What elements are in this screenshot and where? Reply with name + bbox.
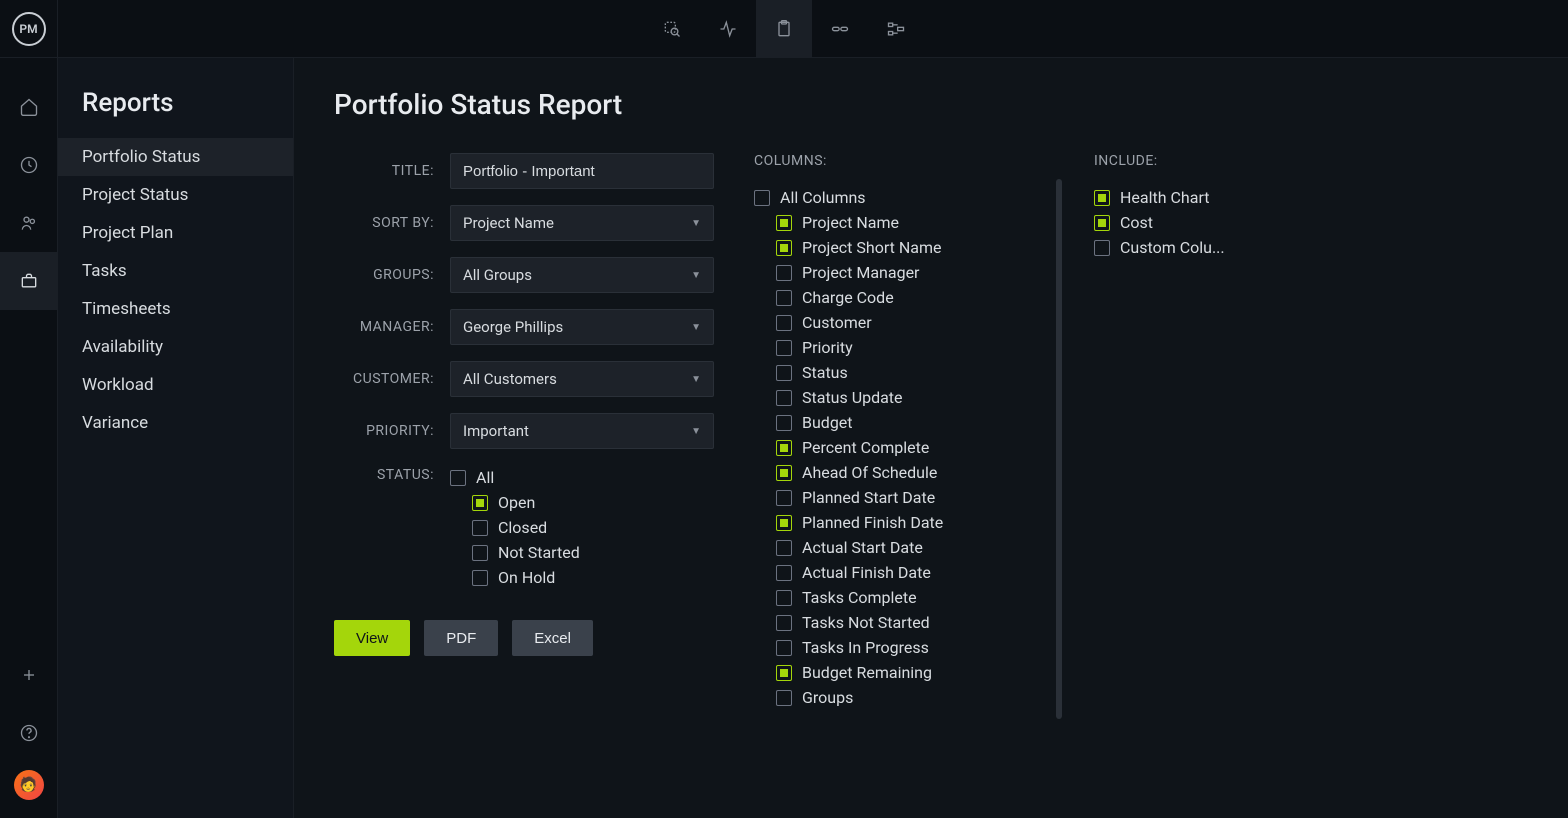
chevron-down-icon: ▼ <box>691 322 701 333</box>
title-label: TITLE: <box>334 163 450 179</box>
column-status-checkbox[interactable]: Status <box>776 360 1054 385</box>
home-icon[interactable] <box>0 78 58 136</box>
chevron-down-icon: ▼ <box>691 270 701 281</box>
manager-label: MANAGER: <box>334 319 450 335</box>
column-actual-finish-date-checkbox[interactable]: Actual Finish Date <box>776 560 1054 585</box>
column-percent-complete-checkbox[interactable]: Percent Complete <box>776 435 1054 460</box>
column-priority-checkbox[interactable]: Priority <box>776 335 1054 360</box>
columns-section: COLUMNS: All Columns Project NameProject… <box>754 153 1054 710</box>
clock-icon[interactable] <box>0 136 58 194</box>
workflow-icon[interactable] <box>868 0 924 58</box>
sort-select[interactable]: Project Name▼ <box>450 205 714 241</box>
user-avatar[interactable]: 🧑 <box>14 770 44 800</box>
column-project-short-name-checkbox[interactable]: Project Short Name <box>776 235 1054 260</box>
topbar: PM <box>0 0 1568 58</box>
include-custom-colu--checkbox[interactable]: Custom Colu... <box>1094 235 1294 260</box>
column-planned-start-date-checkbox[interactable]: Planned Start Date <box>776 485 1054 510</box>
chevron-down-icon: ▼ <box>691 374 701 385</box>
excel-button[interactable]: Excel <box>512 620 593 656</box>
activity-icon[interactable] <box>700 0 756 58</box>
top-toolbar <box>644 0 924 58</box>
columns-header: COLUMNS: <box>754 153 1054 169</box>
scrollbar[interactable] <box>1056 179 1062 719</box>
title-input[interactable] <box>450 153 714 189</box>
sidebar-item-project-plan[interactable]: Project Plan <box>58 214 293 252</box>
column-groups-checkbox[interactable]: Groups <box>776 685 1054 710</box>
link-icon[interactable] <box>812 0 868 58</box>
column-status-update-checkbox[interactable]: Status Update <box>776 385 1054 410</box>
filter-form: TITLE: SORT BY: Project Name▼ GROUPS: Al… <box>334 153 714 710</box>
customer-label: CUSTOMER: <box>334 371 450 387</box>
sort-label: SORT BY: <box>334 215 450 231</box>
clipboard-icon[interactable] <box>756 0 812 58</box>
groups-label: GROUPS: <box>334 267 450 283</box>
page-title: Portfolio Status Report <box>334 88 1528 121</box>
column-actual-start-date-checkbox[interactable]: Actual Start Date <box>776 535 1054 560</box>
include-section: INCLUDE: Health ChartCostCustom Colu... <box>1094 153 1294 710</box>
status-on-hold-checkbox[interactable]: On Hold <box>450 565 714 590</box>
add-icon[interactable] <box>0 646 58 704</box>
view-button[interactable]: View <box>334 620 410 656</box>
status-open-checkbox[interactable]: Open <box>450 490 714 515</box>
sidebar-item-timesheets[interactable]: Timesheets <box>58 290 293 328</box>
column-planned-finish-date-checkbox[interactable]: Planned Finish Date <box>776 510 1054 535</box>
main-panel: Portfolio Status Report TITLE: SORT BY: … <box>294 58 1568 818</box>
status-closed-checkbox[interactable]: Closed <box>450 515 714 540</box>
priority-select[interactable]: Important▼ <box>450 413 714 449</box>
include-cost-checkbox[interactable]: Cost <box>1094 210 1294 235</box>
all-columns-checkbox[interactable]: All Columns <box>754 185 1054 210</box>
help-icon[interactable] <box>0 704 58 762</box>
search-icon[interactable] <box>644 0 700 58</box>
sidebar-item-portfolio-status[interactable]: Portfolio Status <box>58 138 293 176</box>
customer-select[interactable]: All Customers▼ <box>450 361 714 397</box>
chevron-down-icon: ▼ <box>691 218 701 229</box>
groups-select[interactable]: All Groups▼ <box>450 257 714 293</box>
manager-select[interactable]: George Phillips▼ <box>450 309 714 345</box>
status-not-started-checkbox[interactable]: Not Started <box>450 540 714 565</box>
nav-rail: 🧑 <box>0 58 58 818</box>
status-all-checkbox[interactable]: All <box>450 465 714 490</box>
column-tasks-complete-checkbox[interactable]: Tasks Complete <box>776 585 1054 610</box>
column-charge-code-checkbox[interactable]: Charge Code <box>776 285 1054 310</box>
column-budget-checkbox[interactable]: Budget <box>776 410 1054 435</box>
include-health-chart-checkbox[interactable]: Health Chart <box>1094 185 1294 210</box>
status-label: STATUS: <box>334 465 450 483</box>
column-project-name-checkbox[interactable]: Project Name <box>776 210 1054 235</box>
include-header: INCLUDE: <box>1094 153 1294 169</box>
users-icon[interactable] <box>0 194 58 252</box>
priority-label: PRIORITY: <box>334 423 450 439</box>
column-customer-checkbox[interactable]: Customer <box>776 310 1054 335</box>
column-ahead-of-schedule-checkbox[interactable]: Ahead Of Schedule <box>776 460 1054 485</box>
column-tasks-in-progress-checkbox[interactable]: Tasks In Progress <box>776 635 1054 660</box>
app-logo[interactable]: PM <box>0 0 58 58</box>
column-budget-remaining-checkbox[interactable]: Budget Remaining <box>776 660 1054 685</box>
sidebar-item-project-status[interactable]: Project Status <box>58 176 293 214</box>
sidebar-title: Reports <box>58 88 293 138</box>
sidebar-item-variance[interactable]: Variance <box>58 404 293 442</box>
reports-sidebar: Reports Portfolio StatusProject StatusPr… <box>58 58 294 818</box>
briefcase-icon[interactable] <box>0 252 58 310</box>
column-project-manager-checkbox[interactable]: Project Manager <box>776 260 1054 285</box>
sidebar-item-availability[interactable]: Availability <box>58 328 293 366</box>
chevron-down-icon: ▼ <box>691 426 701 437</box>
sidebar-item-workload[interactable]: Workload <box>58 366 293 404</box>
logo-text: PM <box>12 12 46 46</box>
column-tasks-not-started-checkbox[interactable]: Tasks Not Started <box>776 610 1054 635</box>
sidebar-item-tasks[interactable]: Tasks <box>58 252 293 290</box>
pdf-button[interactable]: PDF <box>424 620 498 656</box>
